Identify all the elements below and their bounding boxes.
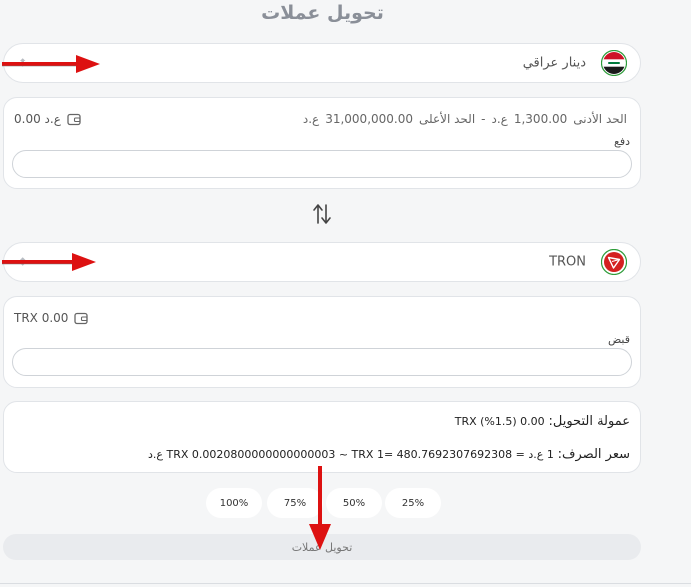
from-currency-name: دينار عراقي bbox=[522, 55, 586, 71]
limit-separator: - bbox=[481, 112, 486, 126]
iraq-flag-icon bbox=[601, 50, 627, 76]
rate-value: 1 ع.د = TRX 0.0020800000000000003 ~ TRX … bbox=[148, 448, 554, 461]
fee-line: عمولة التحويل: 0.00 TRX (%1.5) bbox=[455, 414, 630, 429]
pay-label: دفع bbox=[613, 135, 630, 148]
from-limits: الحد الأدنى1,300.00ع.د-الحد الأعلى31,000… bbox=[300, 112, 630, 126]
from-balance-value: 0.00 ع.د bbox=[14, 112, 61, 126]
percent-25-button[interactable]: 25% bbox=[385, 488, 441, 518]
from-balance: 0.00 ع.د bbox=[14, 112, 81, 126]
percent-50-button[interactable]: 50% bbox=[326, 488, 382, 518]
pay-amount-input[interactable] bbox=[12, 150, 632, 178]
fee-label: عمولة التحويل: bbox=[548, 414, 631, 429]
convert-submit-button[interactable]: تحويل عملات bbox=[3, 534, 641, 560]
from-currency-select[interactable]: ⬍ دينار عراقي bbox=[3, 43, 641, 83]
percent-100-button[interactable]: 100% bbox=[206, 488, 262, 518]
conversion-summary: عمولة التحويل: 0.00 TRX (%1.5) سعر الصرف… bbox=[3, 401, 641, 473]
wallet-icon bbox=[67, 113, 81, 125]
tron-logo-icon bbox=[601, 249, 627, 275]
min-limit-value: 1,300.00 bbox=[513, 112, 568, 126]
min-limit-label: الحد الأدنى bbox=[573, 112, 627, 126]
to-amount-card: TRX 0.00 قبض bbox=[3, 296, 641, 388]
from-amount-card: 0.00 ع.د الحد الأدنى1,300.00ع.د-الحد الأ… bbox=[3, 97, 641, 189]
to-currency-name: TRON bbox=[549, 254, 586, 270]
to-currency-select[interactable]: ⬍ TRON bbox=[3, 242, 641, 282]
wallet-icon bbox=[74, 312, 89, 324]
chevron-updown-icon: ⬍ bbox=[18, 56, 28, 70]
receive-label: قبض bbox=[607, 333, 630, 346]
percent-75-button[interactable]: 75% bbox=[267, 488, 323, 518]
rate-label: سعر الصرف: bbox=[557, 447, 630, 462]
fee-value: 0.00 TRX (%1.5) bbox=[454, 415, 545, 428]
max-limit-value: 31,000,000.00 bbox=[325, 112, 413, 126]
divider bbox=[0, 583, 691, 584]
to-balance-value: TRX 0.00 bbox=[14, 311, 69, 325]
max-limit-label: الحد الأعلى bbox=[419, 112, 476, 126]
swap-arrows-icon[interactable] bbox=[312, 202, 332, 226]
to-balance: TRX 0.00 bbox=[14, 311, 89, 325]
rate-line: سعر الصرف: 1 ع.د = TRX 0.002080000000000… bbox=[148, 447, 630, 462]
min-limit-unit: ع.د bbox=[491, 112, 508, 126]
page-title: تحويل عملات bbox=[261, 2, 384, 24]
max-limit-unit: ع.د bbox=[302, 112, 320, 126]
receive-amount-input[interactable] bbox=[12, 348, 632, 376]
chevron-updown-icon: ⬍ bbox=[18, 255, 28, 269]
